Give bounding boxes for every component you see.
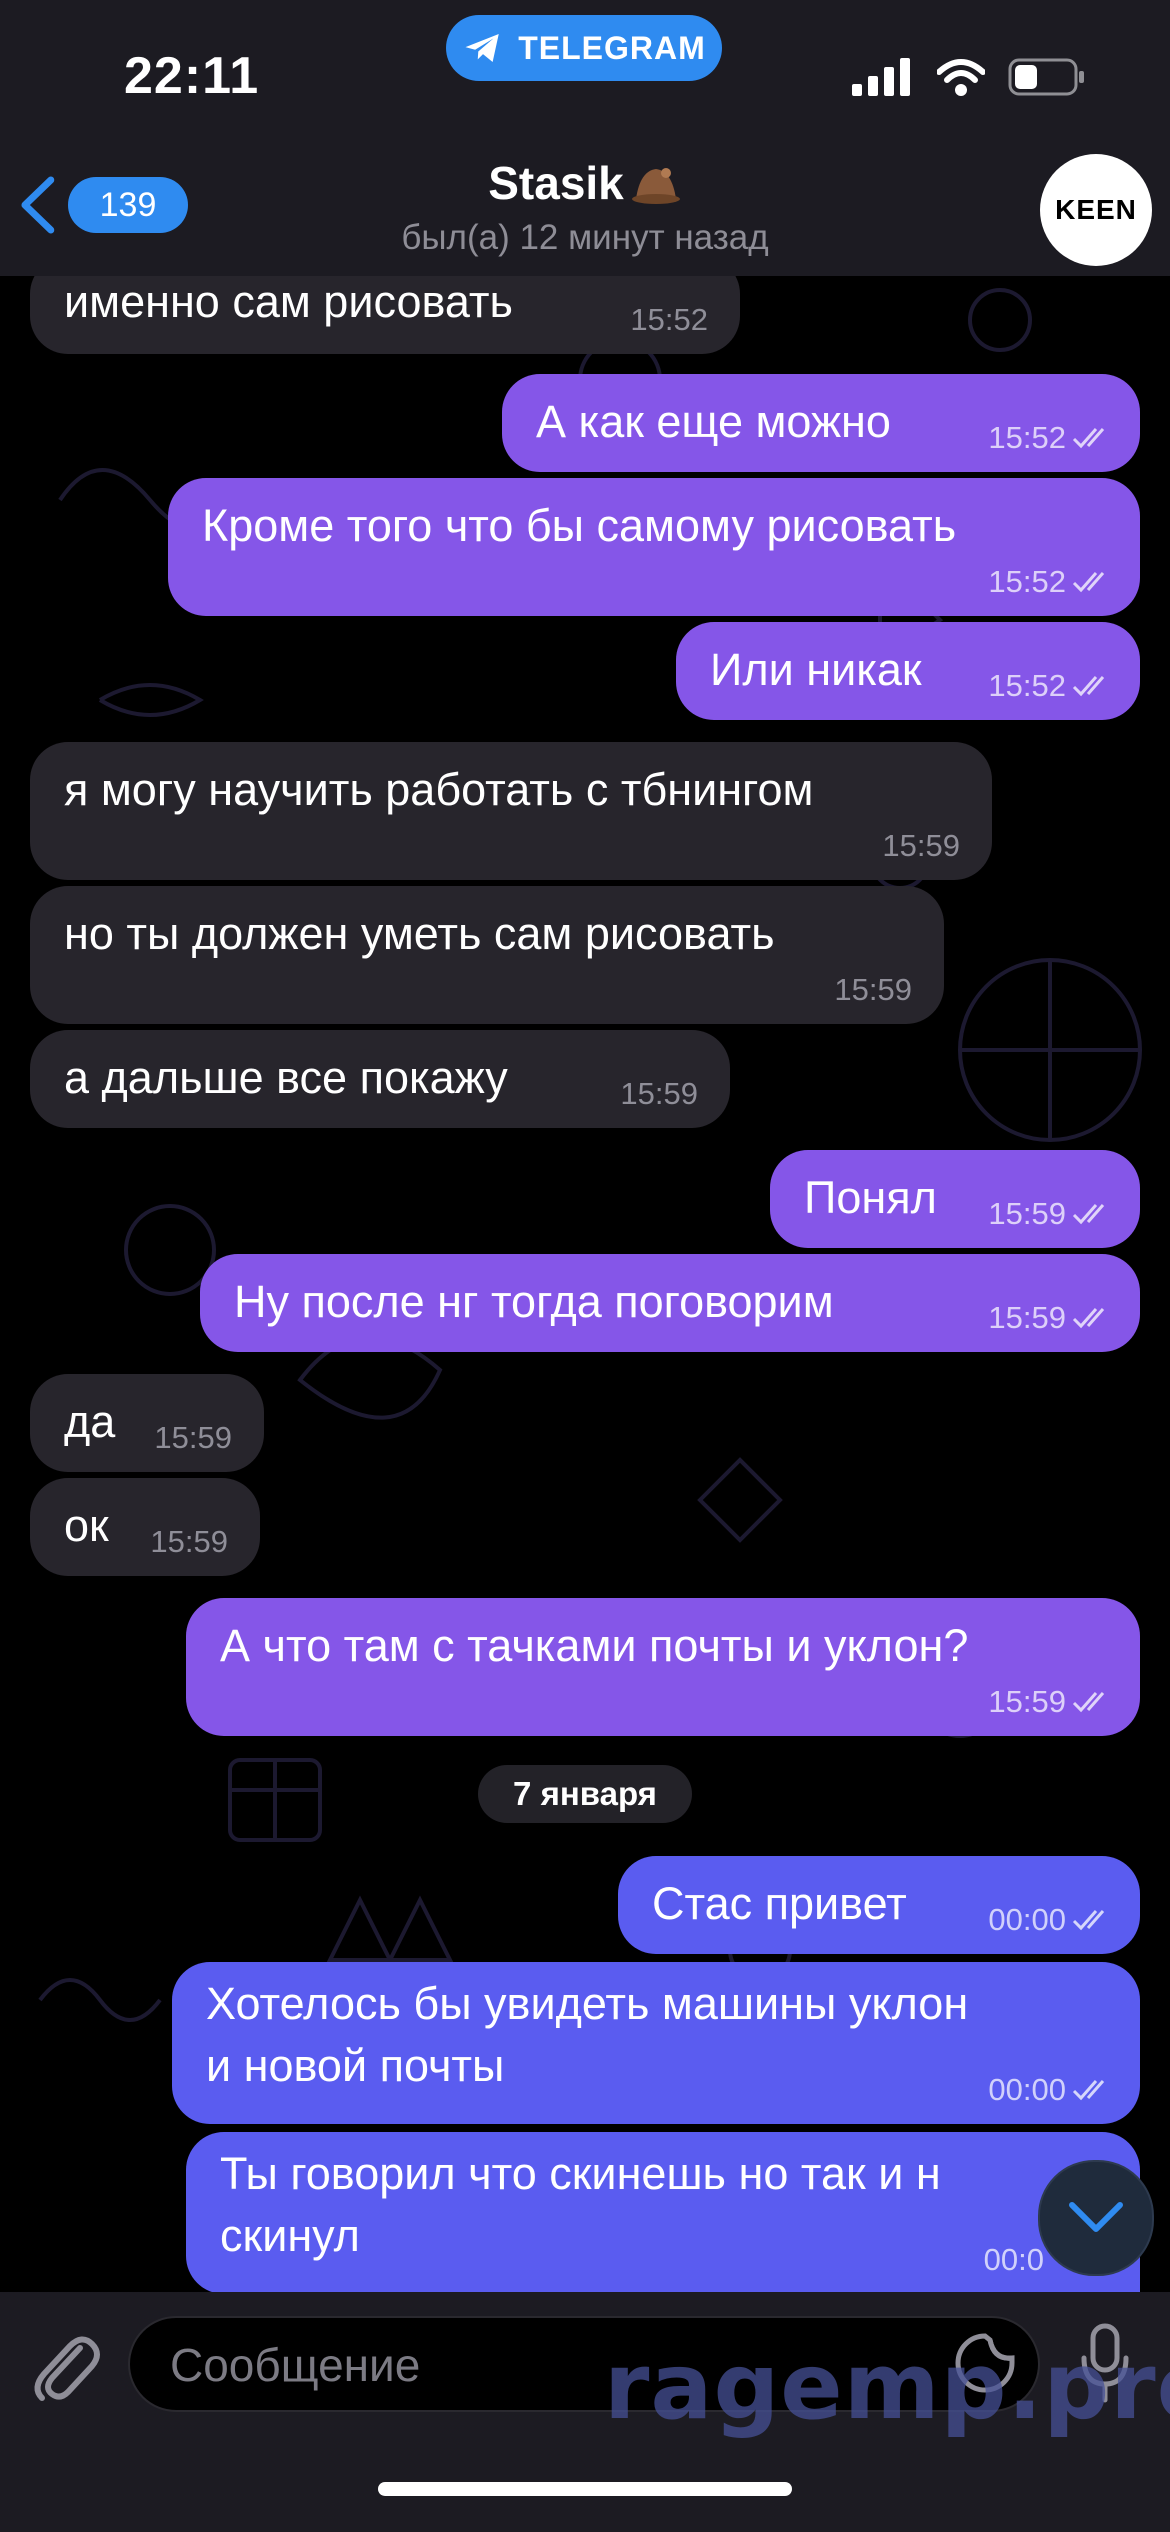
message-time: 15:59 bbox=[988, 1684, 1066, 1719]
double-check-icon bbox=[1072, 1204, 1105, 1225]
message-text: Ты говорил что скинешь но так и н bbox=[220, 2148, 941, 2199]
app-pill-label: TELEGRAM bbox=[518, 29, 706, 66]
message-time: 15:59 bbox=[620, 1076, 698, 1111]
message-bubble-incoming[interactable]: но ты должен уметь сам рисовать 15:59 bbox=[30, 886, 944, 1024]
double-check-icon bbox=[1072, 428, 1105, 449]
message-time: 15:59 bbox=[988, 1196, 1066, 1231]
message-meta: 15:59 bbox=[988, 1684, 1116, 1720]
message-meta: 00:00 bbox=[988, 2072, 1116, 2108]
message-bubble-incoming[interactable]: ок 15:59 bbox=[30, 1478, 260, 1576]
message-time: 00:0 bbox=[983, 2242, 1044, 2277]
message-text: но ты должен уметь сам рисовать bbox=[64, 908, 775, 959]
message-bubble-outgoing[interactable]: Кроме того что бы самому рисовать 15:52 bbox=[168, 478, 1140, 616]
message-bubble-outgoing[interactable]: А как еще можно 15:52 bbox=[502, 374, 1140, 472]
double-check-icon bbox=[1072, 1910, 1105, 1931]
last-seen-status: был(а) 12 минут назад bbox=[401, 218, 769, 257]
message-text: А что там с тачками почты и уклон? bbox=[220, 1620, 969, 1671]
message-time: 15:52 bbox=[988, 668, 1066, 703]
date-separator: 7 января bbox=[478, 1765, 692, 1823]
message-meta: 15:52 bbox=[988, 564, 1116, 600]
message-text: Стас привет bbox=[652, 1878, 907, 1929]
message-bubble-outgoing[interactable]: Или никак 15:52 bbox=[676, 622, 1140, 720]
message-time: 15:52 bbox=[988, 564, 1066, 599]
message-text: Хотелось бы увидеть машины уклон bbox=[206, 1978, 969, 2029]
double-check-icon bbox=[1072, 1692, 1105, 1713]
message-time: 15:59 bbox=[834, 972, 912, 1007]
message-bubble-outgoing[interactable]: Ты говорил что скинешь но так и н скинул… bbox=[186, 2132, 1140, 2294]
wifi-icon bbox=[937, 59, 985, 96]
telegram-icon bbox=[465, 34, 499, 62]
message-text: Кроме того что бы самому рисовать bbox=[202, 500, 957, 551]
status-time: 22:11 bbox=[124, 47, 260, 105]
scroll-to-bottom-button[interactable] bbox=[1038, 2160, 1154, 2276]
message-text: я могу научить работать с тбнингом bbox=[64, 764, 814, 815]
message-bubble-outgoing[interactable]: А что там с тачками почты и уклон? 15:59 bbox=[186, 1598, 1140, 1736]
message-text: А как еще можно bbox=[536, 396, 891, 447]
telegram-app-pill[interactable]: TELEGRAM bbox=[446, 15, 722, 81]
message-time: 00:00 bbox=[988, 2072, 1066, 2107]
battery-icon bbox=[1008, 58, 1084, 96]
chat-title[interactable]: Stasik bbox=[0, 156, 1170, 210]
message-time: 15:59 bbox=[154, 1420, 232, 1455]
hat-emoji-icon bbox=[631, 168, 680, 204]
message-text: да bbox=[64, 1396, 116, 1447]
message-time: 15:59 bbox=[988, 1300, 1066, 1335]
message-time: 15:59 bbox=[882, 828, 960, 863]
message-time: 15:52 bbox=[630, 302, 708, 337]
message-text: Понял bbox=[804, 1172, 937, 1223]
message-time: 00:00 bbox=[988, 1902, 1066, 1937]
message-time: 15:59 bbox=[150, 1524, 228, 1559]
message-text: Или никак bbox=[710, 644, 922, 695]
message-meta: 15:59 bbox=[988, 1300, 1116, 1336]
message-text: ок bbox=[64, 1500, 109, 1551]
message-bubble-outgoing[interactable]: Ну после нг тогда поговорим 15:59 bbox=[200, 1254, 1140, 1352]
message-bubble-outgoing[interactable]: Понял 15:59 bbox=[770, 1150, 1140, 1248]
message-meta: 00:00 bbox=[988, 1902, 1116, 1938]
double-check-icon bbox=[1072, 572, 1105, 593]
message-meta: 15:52 bbox=[988, 668, 1116, 704]
message-text: а дальше все покажу bbox=[64, 1052, 508, 1103]
signal-icon bbox=[852, 58, 910, 96]
message-bubble-incoming[interactable]: а дальше все покажу 15:59 bbox=[30, 1030, 730, 1128]
paperclip-icon[interactable] bbox=[30, 2326, 100, 2406]
chevron-down-icon bbox=[1069, 2202, 1123, 2232]
home-indicator bbox=[378, 2482, 792, 2496]
double-check-icon bbox=[1072, 1308, 1105, 1329]
message-bubble-incoming[interactable]: да 15:59 bbox=[30, 1374, 264, 1472]
status-bar: 22:11 TELEGRAM bbox=[0, 0, 1170, 140]
message-bubble-incoming[interactable]: я могу научить работать с тбнингом 15:59 bbox=[30, 742, 992, 880]
message-meta: 15:59 bbox=[988, 1196, 1116, 1232]
double-check-icon bbox=[1072, 2080, 1105, 2101]
message-text-line2: скинул bbox=[220, 2210, 360, 2261]
double-check-icon bbox=[1072, 676, 1105, 697]
watermark: ragemp.pro bbox=[604, 2333, 1170, 2440]
message-time: 15:52 bbox=[988, 420, 1066, 455]
contact-avatar[interactable]: KEEN bbox=[1040, 154, 1152, 266]
message-text-line2: и новой почты bbox=[206, 2040, 505, 2091]
message-meta: 15:52 bbox=[988, 420, 1116, 456]
contact-name: Stasik bbox=[488, 157, 624, 209]
message-bubble-outgoing[interactable]: Хотелось бы увидеть машины уклон и новой… bbox=[172, 1962, 1140, 2124]
message-text: Ну после нг тогда поговорим bbox=[234, 1276, 834, 1327]
message-text: именно сам рисовать bbox=[64, 276, 513, 327]
message-bubble-outgoing[interactable]: Стас привет 00:00 bbox=[618, 1856, 1140, 1954]
chat-header: 139 Stasik был(а) 12 минут назад KEEN bbox=[0, 140, 1170, 276]
